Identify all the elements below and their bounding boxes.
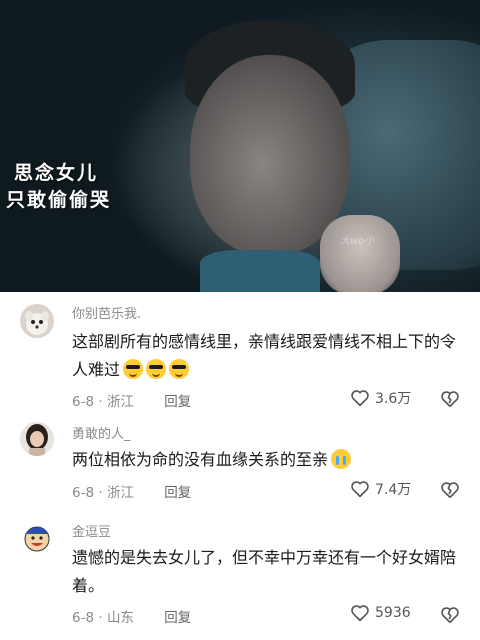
dot-separator: ·	[98, 610, 103, 626]
reply-button[interactable]: 回复	[164, 610, 191, 626]
like-count: 5936	[375, 605, 411, 621]
video-caption: 思念女儿 只敢偷偷哭	[6, 160, 111, 214]
username[interactable]: 勇敢的人_	[72, 423, 131, 442]
broken-heart-icon	[441, 482, 459, 498]
comment-text: 这部剧所有的感情线里，亲情线跟爱情线不相上下的令人难过	[72, 328, 462, 384]
face-shape	[190, 55, 350, 255]
like-count: 7.4万	[375, 482, 412, 498]
comment-location: 浙江	[106, 485, 134, 501]
comment-meta: 6-8 · 山东 回复	[72, 606, 191, 626]
dislike-button[interactable]	[440, 481, 460, 503]
heart-icon	[351, 481, 369, 498]
avatar[interactable]	[20, 520, 54, 554]
cool-emoji-icon	[123, 359, 144, 379]
dot-separator: ·	[98, 485, 103, 501]
dot-separator: ·	[98, 394, 103, 410]
like-button[interactable]: 7.4万	[350, 479, 411, 499]
comment-text: 两位相依为命的没有血缘关系的至亲	[72, 446, 462, 474]
comment-meta: 6-8 · 浙江 回复	[72, 390, 191, 410]
hand-shape	[320, 215, 400, 292]
watermark: 大wo小	[340, 236, 375, 247]
comment-meta: 6-8 · 浙江 回复	[72, 481, 191, 501]
reply-button[interactable]: 回复	[164, 394, 191, 410]
dislike-button[interactable]	[440, 606, 460, 628]
username[interactable]: 你别芭乐我.	[72, 303, 141, 322]
like-button[interactable]: 3.6万	[350, 388, 411, 408]
avatar[interactable]	[20, 422, 54, 456]
video-frame[interactable]: 思念女儿 只敢偷偷哭 大wo小	[0, 0, 480, 292]
reply-button[interactable]: 回复	[164, 485, 191, 501]
heart-icon	[351, 390, 369, 407]
dislike-button[interactable]	[440, 390, 460, 412]
comment-text: 遗憾的是失去女儿了，但不幸中万幸还有一个好女婿陪着。	[72, 548, 457, 595]
avatar[interactable]	[20, 304, 54, 338]
heart-icon	[351, 605, 369, 622]
broken-heart-icon	[441, 391, 459, 407]
comment-date: 6-8	[72, 394, 95, 410]
crying-emoji-icon	[331, 449, 352, 469]
like-count: 3.6万	[375, 391, 412, 407]
comment-location: 浙江	[106, 394, 134, 410]
comment-location: 山东	[106, 610, 134, 626]
cool-emoji-icon	[146, 359, 167, 379]
cool-emoji-icon	[169, 359, 190, 379]
comment-date: 6-8	[72, 610, 95, 626]
caption-line-2: 只敢偷偷哭	[6, 189, 112, 211]
comment-date: 6-8	[72, 485, 95, 501]
caption-line-1: 思念女儿	[14, 162, 99, 184]
comment-text-content: 两位相依为命的没有血缘关系的至亲	[72, 450, 329, 469]
collar-shape	[200, 250, 320, 292]
like-button[interactable]: 5936	[350, 604, 411, 622]
broken-heart-icon	[441, 607, 459, 623]
username[interactable]: 金逗豆	[72, 521, 111, 540]
